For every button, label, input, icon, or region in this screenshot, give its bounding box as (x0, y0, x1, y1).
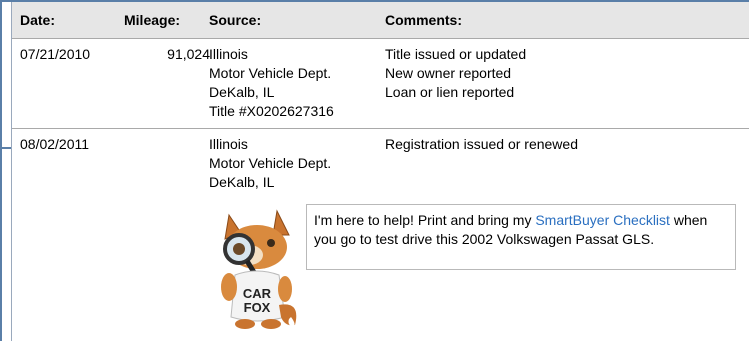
source-line: Motor Vehicle Dept. (209, 155, 332, 171)
header-comments: Comments: (385, 12, 463, 28)
comment-line: New owner reported (385, 65, 512, 81)
row-source: Illinois Motor Vehicle Dept. DeKalb, IL (209, 135, 331, 192)
table-header: Date: Mileage: Source: Comments: (12, 2, 749, 39)
table-row: 07/21/2010 91,024 Illinois Motor Vehicle… (12, 39, 749, 129)
source-line: Illinois (209, 136, 248, 152)
row-source: Illinois Motor Vehicle Dept. DeKalb, IL … (209, 45, 334, 121)
shirt-text-car: CAR (243, 286, 272, 301)
row-mileage: 91,024 (167, 46, 210, 62)
table-row: 08/02/2011 Illinois Motor Vehicle Dept. … (12, 129, 749, 205)
source-line: DeKalb, IL (209, 174, 275, 190)
source-line: Motor Vehicle Dept. (209, 65, 332, 81)
comment-line: Loan or lien reported (385, 84, 515, 100)
source-line: DeKalb, IL (209, 84, 275, 100)
shirt-text-fox: FOX (244, 300, 271, 315)
source-line: Title #X0202627316 (209, 103, 334, 119)
row-comments: Registration issued or renewed (385, 135, 578, 154)
source-line: Illinois (209, 46, 248, 62)
help-bubble: I'm here to help! Print and bring my Sma… (306, 204, 736, 270)
carfox-mascot-icon: CAR FOX (221, 209, 297, 329)
row-comments: Title issued or updated New owner report… (385, 45, 526, 102)
header-source: Source: (209, 12, 262, 28)
frame-tick (0, 147, 11, 149)
header-mileage: Mileage: (124, 12, 181, 28)
comment-line: Title issued or updated (385, 46, 527, 62)
comment-line: Registration issued or renewed (385, 136, 578, 152)
row-date: 07/21/2010 (20, 46, 91, 62)
smartbuyer-checklist-link[interactable]: SmartBuyer Checklist (535, 212, 670, 228)
bubble-text-prefix: I'm here to help! Print and bring my (314, 212, 536, 228)
row-date: 08/02/2011 (20, 136, 90, 152)
header-date: Date: (20, 12, 56, 28)
